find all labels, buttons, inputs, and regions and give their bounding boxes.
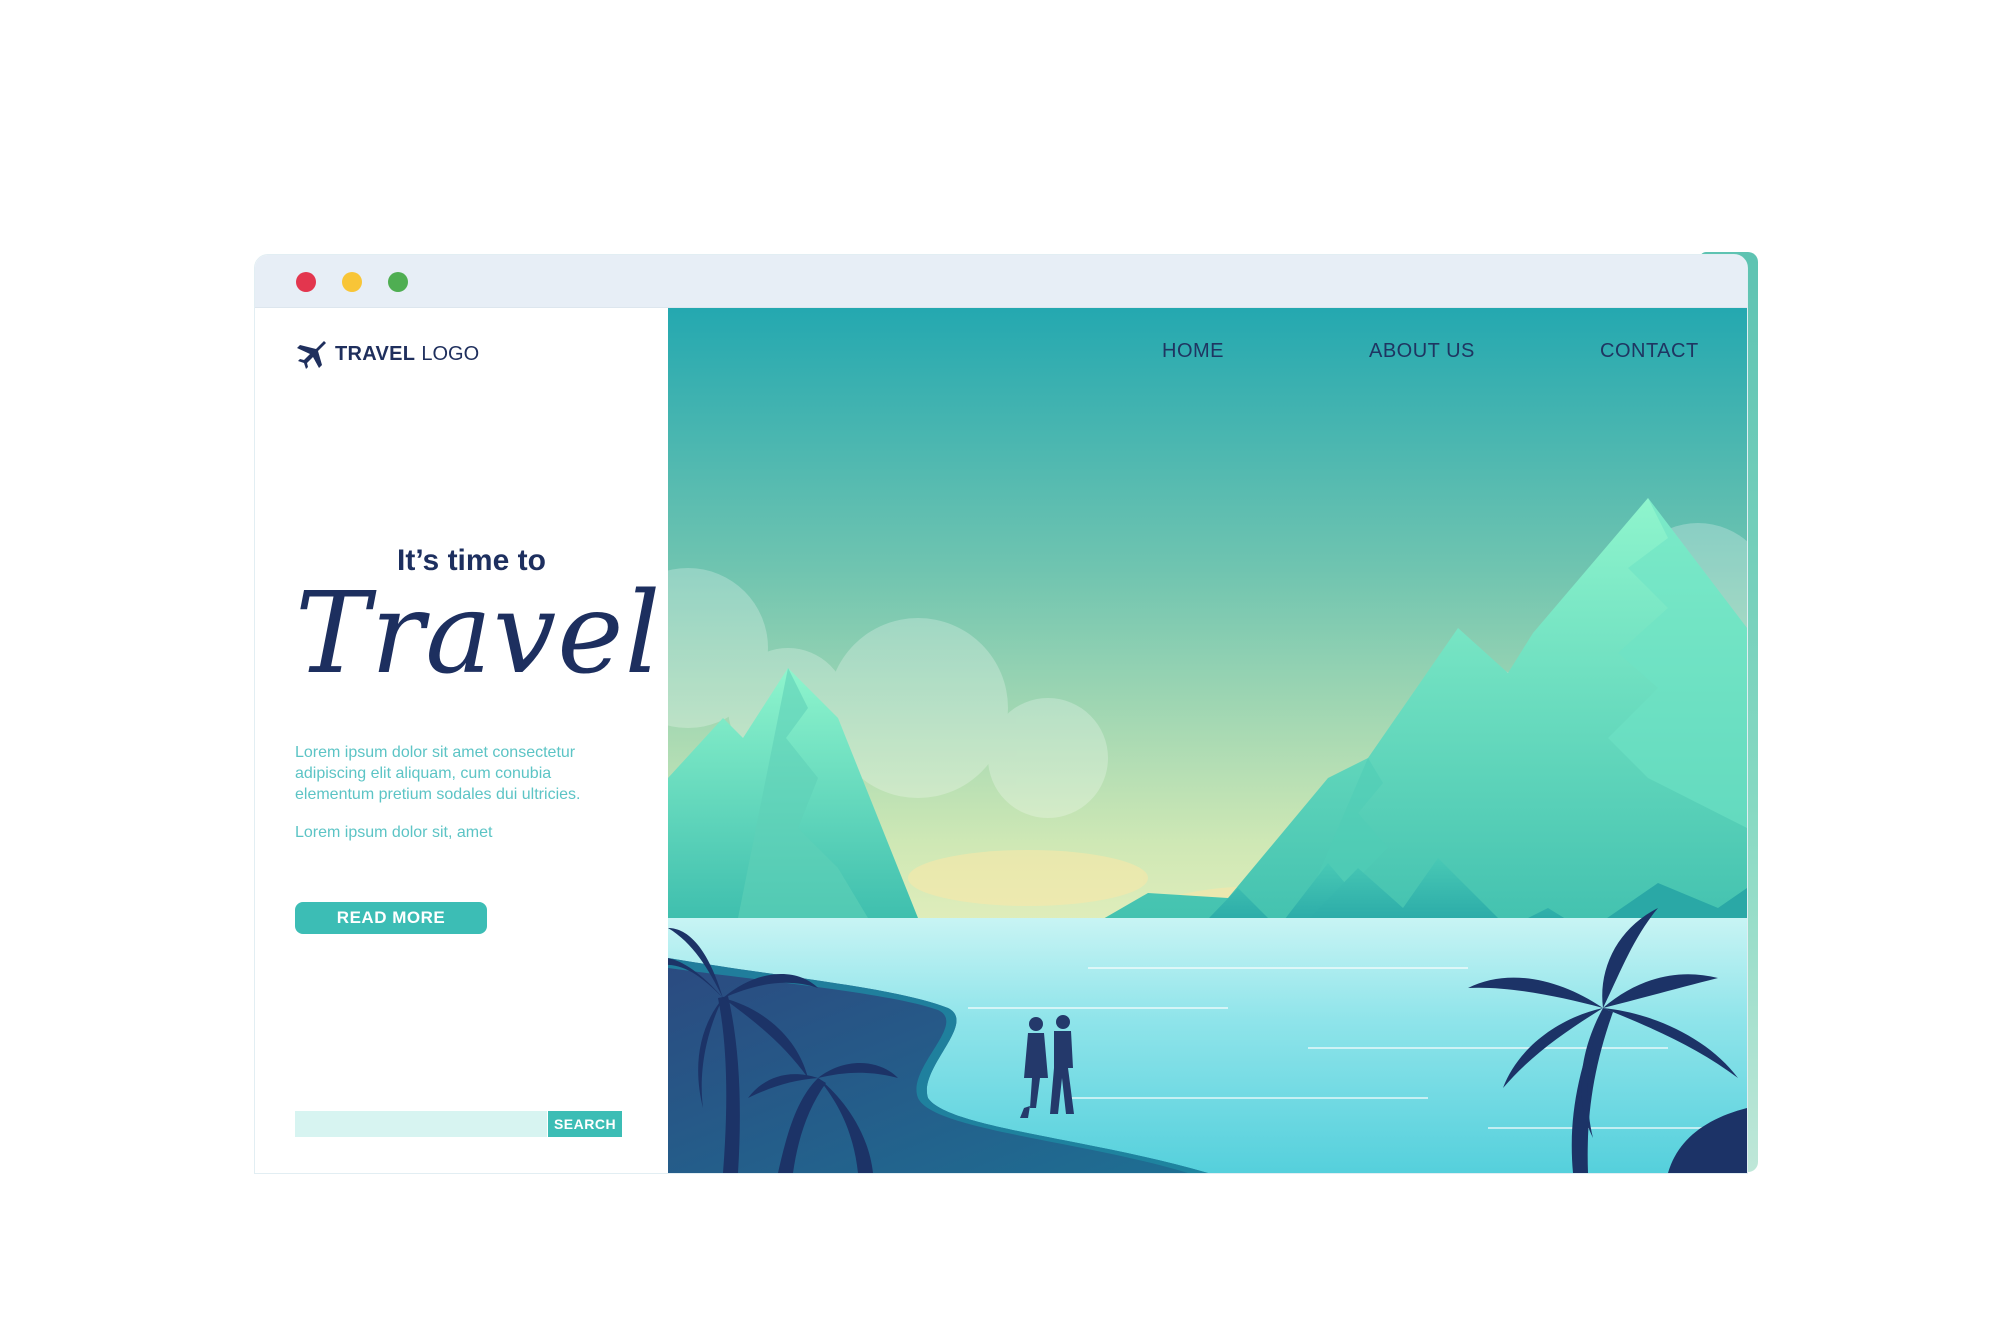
search-input[interactable] — [295, 1111, 547, 1137]
hero-paragraph: Lorem ipsum dolor sit amet consectetur a… — [295, 744, 581, 803]
close-window-button[interactable] — [296, 272, 316, 292]
nav-contact[interactable]: CONTACT — [1600, 340, 1699, 363]
nav-about-us[interactable]: ABOUT US — [1369, 340, 1475, 363]
maximize-window-button[interactable] — [388, 272, 408, 292]
beach-landscape-illustration — [668, 308, 1747, 1173]
minimize-window-button[interactable] — [342, 272, 362, 292]
search-button[interactable]: SEARCH — [548, 1111, 622, 1137]
travel-logo[interactable]: TRAVEL LOGO — [295, 338, 479, 370]
nav-home[interactable]: HOME — [1162, 340, 1224, 363]
hero-illustration: HOME ABOUT US CONTACT — [668, 308, 1747, 1173]
title-bar — [255, 255, 1747, 308]
logo-text-light: LOGO — [421, 342, 480, 365]
read-more-button[interactable]: READ MORE — [295, 902, 487, 934]
hero-heading: Travel — [295, 569, 662, 699]
browser-window: TRAVEL LOGO It’s time to Travel Lorem ip… — [254, 254, 1748, 1174]
hero-paragraph-short: Lorem ipsum dolor sit, amet — [295, 824, 493, 841]
airplane-icon — [297, 341, 326, 369]
logo-text-strong: TRAVEL — [335, 342, 416, 365]
left-panel: TRAVEL LOGO It’s time to Travel Lorem ip… — [255, 308, 667, 1173]
